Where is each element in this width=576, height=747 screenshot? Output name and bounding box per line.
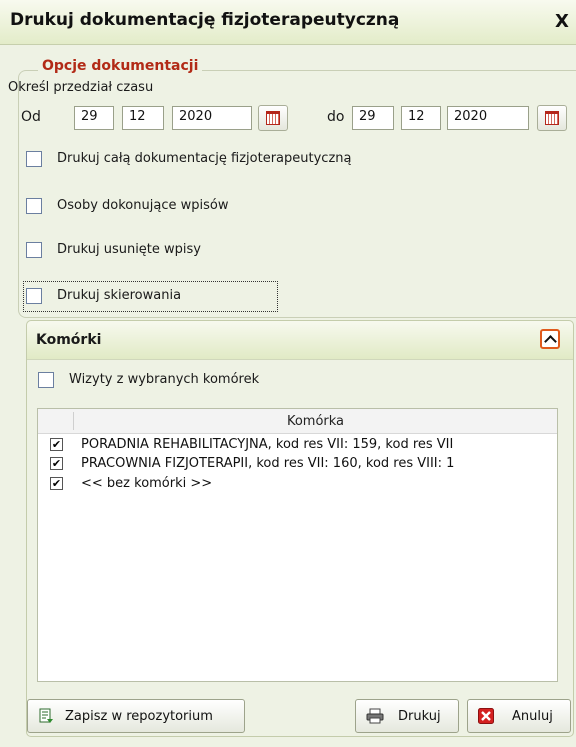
from-day-field[interactable]: 29 [74, 106, 114, 130]
to-year-field[interactable]: 2020 [447, 106, 529, 130]
referrals-checkbox[interactable] [26, 288, 42, 304]
save-document-icon [38, 708, 54, 724]
row-label: << bez komórki >> [81, 476, 213, 491]
from-month-field[interactable]: 12 [122, 106, 164, 130]
deleted-entries-label: Drukuj usunięte wpisy [57, 242, 201, 257]
deleted-entries-checkbox[interactable] [26, 242, 42, 258]
cancel-icon [478, 708, 494, 724]
from-calendar-button[interactable] [258, 105, 288, 131]
table-row[interactable]: ✔ PRACOWNIA FIZJOTERAPII, kod res VII: 1… [38, 456, 557, 472]
options-legend: Opcje dokumentacji [38, 58, 203, 74]
column-header-cell: Komórka [286, 414, 345, 429]
to-day-field[interactable]: 29 [352, 106, 394, 130]
row-checkbox[interactable]: ✔ [50, 438, 63, 451]
calendar-icon [545, 111, 559, 125]
row-label: PRACOWNIA FIZJOTERAPII, kod res VII: 160… [81, 456, 455, 471]
visits-filter-checkbox[interactable] [38, 372, 54, 388]
authors-label: Osoby dokonujące wpisów [57, 198, 229, 213]
print-label: Drukuj [398, 709, 441, 724]
print-all-label: Drukuj całą dokumentację fizjoterapeutyc… [57, 151, 352, 166]
row-checkbox[interactable]: ✔ [50, 477, 63, 490]
cells-table[interactable]: Komórka ✔ PORADNIA REHABILITACYJNA, kod … [37, 408, 558, 682]
save-to-repository-button[interactable]: Zapisz w repozytorium [27, 699, 245, 733]
row-checkbox[interactable]: ✔ [50, 457, 63, 470]
dialog-title: Drukuj dokumentację fizjoterapeutyczną [10, 10, 400, 30]
save-to-repository-label: Zapisz w repozytorium [65, 709, 213, 724]
calendar-icon [266, 111, 280, 125]
to-month-field[interactable]: 12 [401, 106, 441, 130]
authors-checkbox[interactable] [26, 198, 42, 214]
referrals-label: Drukuj skierowania [57, 288, 182, 303]
table-row[interactable]: ✔ PORADNIA REHABILITACYJNA, kod res VII:… [38, 437, 557, 453]
to-calendar-button[interactable] [537, 105, 567, 131]
from-label: Od [21, 109, 41, 125]
from-year-field[interactable]: 2020 [172, 106, 252, 130]
print-all-checkbox[interactable] [26, 151, 42, 167]
to-label: do [327, 109, 345, 125]
cancel-button[interactable]: Anuluj [467, 699, 571, 733]
title-bar: Drukuj dokumentację fizjoterapeutyczną X [0, 0, 576, 45]
visits-filter-label: Wizyty z wybranych komórek [69, 372, 260, 387]
table-header: Komórka [38, 409, 557, 434]
print-dialog: Drukuj dokumentację fizjoterapeutyczną X… [0, 0, 576, 747]
close-button[interactable]: X [551, 11, 573, 33]
print-button[interactable]: Drukuj [355, 699, 459, 733]
collapse-button[interactable] [540, 329, 560, 349]
date-range-label: Określ przedział czasu [8, 80, 154, 95]
cells-panel-title: Komórki [36, 332, 102, 348]
printer-icon [366, 708, 384, 724]
row-label: PORADNIA REHABILITACYJNA, kod res VII: 1… [81, 437, 454, 452]
table-row[interactable]: ✔ << bez komórki >> [38, 476, 557, 492]
cancel-label: Anuluj [512, 709, 553, 724]
cells-panel-header: Komórki [27, 321, 573, 360]
